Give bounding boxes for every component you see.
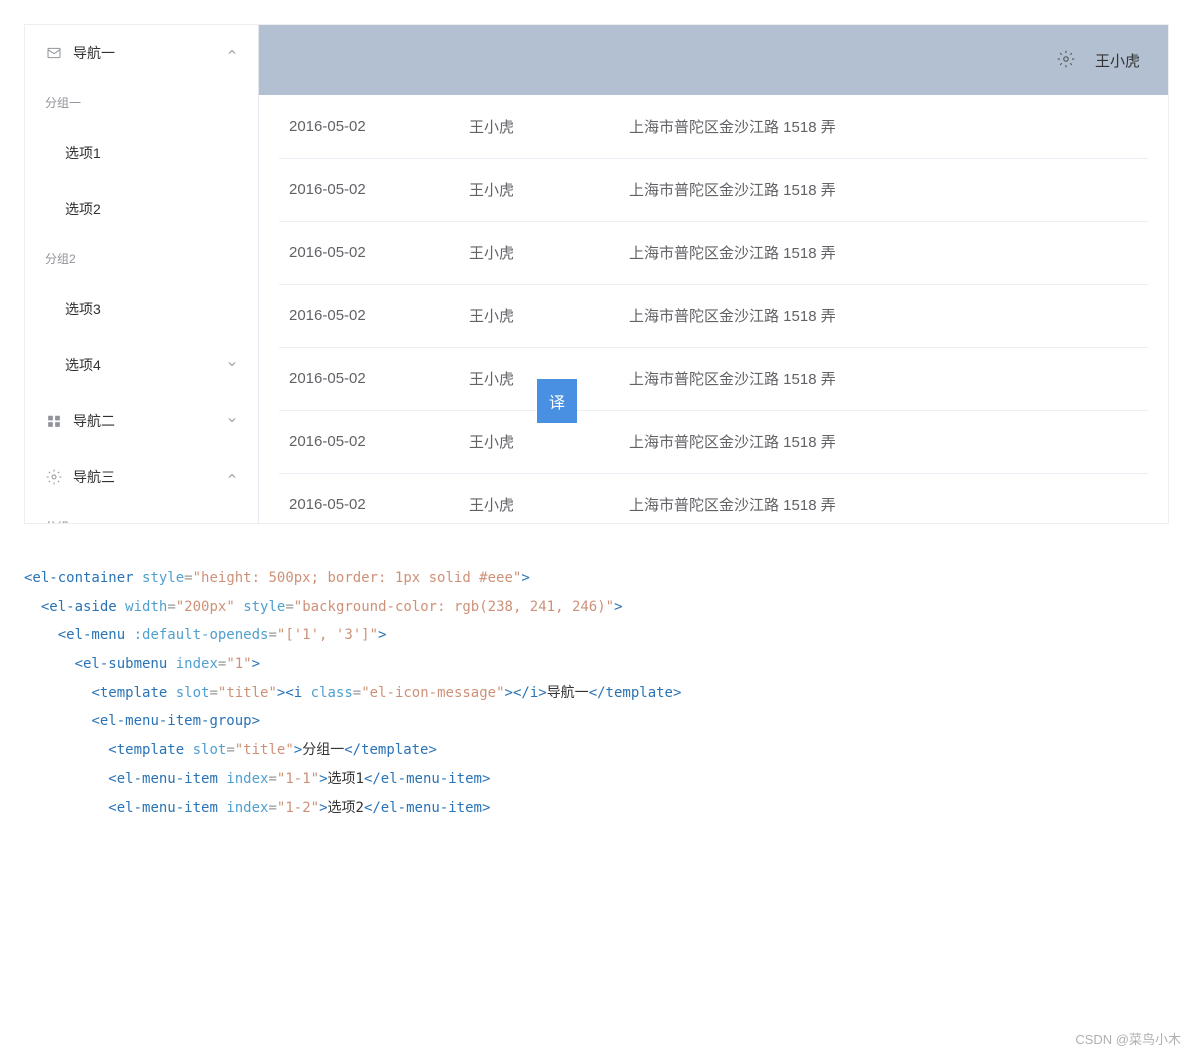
message-icon: [45, 44, 63, 62]
user-name[interactable]: 王小虎: [1095, 50, 1140, 71]
nav-item-1[interactable]: 导航一: [25, 25, 258, 81]
cell-addr: 上海市普陀区金沙江路 1518 弄: [619, 347, 1148, 410]
nav-item-2[interactable]: 导航二: [25, 393, 258, 449]
nav-item-3[interactable]: 导航三: [25, 449, 258, 505]
gear-icon: [45, 468, 63, 486]
cell-addr: 上海市普陀区金沙江路 1518 弄: [619, 158, 1148, 221]
nav-label: 导航二: [73, 411, 226, 431]
nav-label: 导航一: [73, 43, 226, 63]
menu-item-opt4[interactable]: 选项4: [25, 337, 258, 393]
table-row: 2016-05-02王小虎上海市普陀区金沙江路 1518 弄: [279, 221, 1148, 284]
header: 王小虎: [259, 25, 1168, 95]
table-row: 2016-05-02王小虎上海市普陀区金沙江路 1518 弄: [279, 347, 1148, 410]
table-row: 2016-05-02王小虎上海市普陀区金沙江路 1518 弄: [279, 410, 1148, 473]
cell-name: 王小虎: [459, 158, 619, 221]
menu-item-opt1[interactable]: 选项1: [25, 125, 258, 181]
cell-addr: 上海市普陀区金沙江路 1518 弄: [619, 473, 1148, 523]
table-row: 2016-05-02王小虎上海市普陀区金沙江路 1518 弄: [279, 158, 1148, 221]
menu-icon: [45, 412, 63, 430]
cell-addr: 上海市普陀区金沙江路 1518 弄: [619, 284, 1148, 347]
group-title: 分组2: [25, 237, 258, 281]
cell-name: 王小虎: [459, 473, 619, 523]
cell-name: 王小虎: [459, 284, 619, 347]
cell-name: 王小虎: [459, 95, 619, 158]
main-content[interactable]: 译 2016-05-02王小虎上海市普陀区金沙江路 1518 弄2016-05-…: [259, 95, 1168, 523]
cell-date: 2016-05-02: [279, 221, 459, 284]
cell-date: 2016-05-02: [279, 473, 459, 523]
cell-date: 2016-05-02: [279, 158, 459, 221]
menu-item-label: 选项4: [65, 355, 226, 375]
nav-label: 导航三: [73, 467, 226, 487]
cell-addr: 上海市普陀区金沙江路 1518 弄: [619, 410, 1148, 473]
app-container: 导航一 分组一 选项1 选项2 分组2 选项3 选项4: [24, 24, 1169, 524]
table-row: 2016-05-02王小虎上海市普陀区金沙江路 1518 弄: [279, 473, 1148, 523]
translate-button[interactable]: 译: [537, 379, 577, 423]
data-table: 2016-05-02王小虎上海市普陀区金沙江路 1518 弄2016-05-02…: [279, 95, 1148, 523]
chevron-up-icon: [226, 46, 238, 61]
code-snippet: <el-container style="height: 500px; bord…: [24, 564, 1169, 822]
cell-addr: 上海市普陀区金沙江路 1518 弄: [619, 95, 1148, 158]
watermark: CSDN @菜鸟小木: [1075, 1029, 1181, 1048]
cell-date: 2016-05-02: [279, 95, 459, 158]
table-row: 2016-05-02王小虎上海市普陀区金沙江路 1518 弄: [279, 95, 1148, 158]
chevron-down-icon: [226, 358, 238, 373]
sidebar[interactable]: 导航一 分组一 选项1 选项2 分组2 选项3 选项4: [25, 25, 259, 523]
gear-icon[interactable]: [1057, 50, 1075, 71]
cell-addr: 上海市普陀区金沙江路 1518 弄: [619, 221, 1148, 284]
menu-item-opt3[interactable]: 选项3: [25, 281, 258, 337]
group-title: 分组一: [25, 81, 258, 125]
main-column: 王小虎 译 2016-05-02王小虎上海市普陀区金沙江路 1518 弄2016…: [259, 25, 1168, 523]
cell-date: 2016-05-02: [279, 347, 459, 410]
chevron-down-icon: [226, 414, 238, 429]
cell-date: 2016-05-02: [279, 284, 459, 347]
menu-item-opt2[interactable]: 选项2: [25, 181, 258, 237]
chevron-up-icon: [226, 470, 238, 485]
cell-date: 2016-05-02: [279, 410, 459, 473]
cell-name: 王小虎: [459, 221, 619, 284]
group-title: 分组一: [25, 505, 258, 523]
table-row: 2016-05-02王小虎上海市普陀区金沙江路 1518 弄: [279, 284, 1148, 347]
